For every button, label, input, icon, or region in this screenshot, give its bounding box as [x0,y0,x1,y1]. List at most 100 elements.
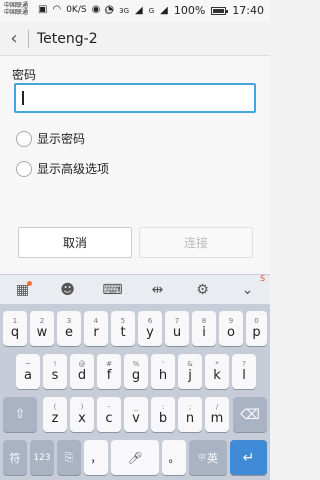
key-c-ch: c [105,411,113,426]
key-q-ch: q [10,325,20,340]
symbol-key[interactable]: 符 [3,440,27,475]
key-z-ch: z [51,411,59,426]
key-v-sym: _ [134,403,138,411]
key-z-sym: ( [53,403,57,411]
key-p-ch: p [252,325,261,340]
key-k-sym: * [215,360,219,368]
password-input[interactable] [14,83,256,113]
input-method-icon: ⎘ [64,450,74,464]
show-password-option[interactable]: 显示密码 [16,130,85,147]
shift-icon: ⇧ [14,407,26,422]
key-e[interactable]: 3e [57,311,81,346]
key-v[interactable]: _ v [124,397,148,432]
key-l-sym: ? [242,360,246,368]
status-right: ◔ 3G ◢ G ◢ 100% 17:40 [104,4,264,17]
key-f-sym: # [106,360,112,368]
key-i[interactable]: 8i [192,311,216,346]
key-r[interactable]: 4r [84,311,108,346]
language-toggle-key[interactable]: 中英 [189,440,227,475]
header-divider [28,29,29,48]
key-n[interactable]: ; n [178,397,202,432]
key-a-sym: ~ [25,360,31,368]
key-z[interactable]: (z [43,397,67,432]
key-m[interactable]: / m [205,397,229,432]
key-w[interactable]: 2w [30,311,54,346]
app-notification-icon: ◉ [91,4,101,15]
comma-key-label: ， [90,451,102,465]
notification-dot [27,280,32,286]
key-p[interactable]: 0p [246,311,267,346]
battery-icon [211,6,229,15]
number-key[interactable]: 123 [30,440,54,475]
key-g[interactable]: % g [124,354,148,389]
shift-key[interactable]: ⇧ [3,397,37,432]
key-e-sym: 3 [66,317,72,325]
key-o[interactable]: 9o [219,311,243,346]
keyboard-layout-icon[interactable]: ⌨ [90,282,135,298]
key-y[interactable]: 6y [138,311,162,346]
key-l-ch: l [242,368,246,383]
cancel-button[interactable]: 取消 [18,227,132,258]
apps-grid-icon[interactable]: ▦ [0,280,45,298]
key-l[interactable]: ? l [232,354,256,389]
wifi-signal-icon: ◔ [104,4,114,16]
key-g-ch: g [131,368,141,383]
cell-signal-2-icon: ◢ [160,4,168,16]
key-o-sym: 9 [228,317,234,325]
text-caret [22,91,24,105]
emoji-icon[interactable]: ☻ [45,282,90,298]
key-h[interactable]: ' h [151,354,175,389]
key-j-sym: & [187,360,193,368]
show-advanced-checkbox[interactable] [16,160,32,177]
carrier-top: 中国联通 [4,2,29,9]
status-bar: 中国联通 中国联通 ▣ ◠ 0K/S ◉ ◷ ◔ 3G ◢ G ◢ 100% 1… [0,0,270,22]
key-x[interactable]: ) x [70,397,94,432]
key-g-sym: % [132,360,140,368]
settings-gear-icon[interactable]: ⚙ [180,282,225,298]
lang-zh-label: 中 [198,453,206,462]
backspace-key[interactable]: ⌫ [233,397,267,432]
key-s[interactable]: ! s [43,354,67,389]
key-k[interactable]: * k [205,354,229,389]
clock: 17:40 [232,4,264,17]
key-u[interactable]: 7u [165,311,189,346]
period-key-label: 。 [168,451,180,465]
signal-g-label: G [148,6,155,15]
enter-key[interactable]: ↵ [230,440,267,475]
key-o-ch: o [227,325,235,340]
key-f[interactable]: # f [97,354,121,389]
key-h-sym: ' [162,360,164,368]
key-t[interactable]: 5t [111,311,135,346]
key-v-ch: v [132,411,140,426]
key-x-sym: ) [80,403,84,411]
key-i-ch: i [202,325,206,340]
input-method-key[interactable]: ⎘ [57,440,81,475]
key-a[interactable]: ~ a [16,354,40,389]
back-icon[interactable]: ‹ [0,28,28,49]
wifi-password-form: 密码 显示密码 显示高级选项 取消 连接 [0,56,270,274]
show-password-checkbox[interactable] [16,130,32,147]
key-x-ch: x [78,411,86,426]
cursor-move-icon[interactable]: ⇹ [135,282,180,298]
space-key[interactable]: 🎤︎ [111,440,159,475]
key-q[interactable]: 1q [3,311,27,346]
key-b[interactable]: :b [151,397,175,432]
password-label: 密码 [12,68,37,82]
key-e-ch: e [65,325,73,340]
key-u-sym: 7 [174,317,180,325]
key-c[interactable]: -c [97,397,121,432]
key-s-ch: s [51,368,59,383]
key-d[interactable]: @ d [70,354,94,389]
key-b-ch: b [158,411,168,426]
key-c-sym: - [107,403,111,411]
connect-button[interactable]: 连接 [139,227,253,258]
battery-percent: 100% [173,4,206,17]
key-p-sym: 0 [254,317,259,325]
key-w-sym: 2 [39,317,45,325]
key-u-ch: u [172,325,182,340]
key-j[interactable]: & j [178,354,202,389]
key-y-ch: y [146,325,154,340]
comma-key[interactable]: ， [84,440,108,475]
period-key[interactable]: 。 [162,440,186,475]
show-advanced-option[interactable]: 显示高级选项 [16,160,109,177]
